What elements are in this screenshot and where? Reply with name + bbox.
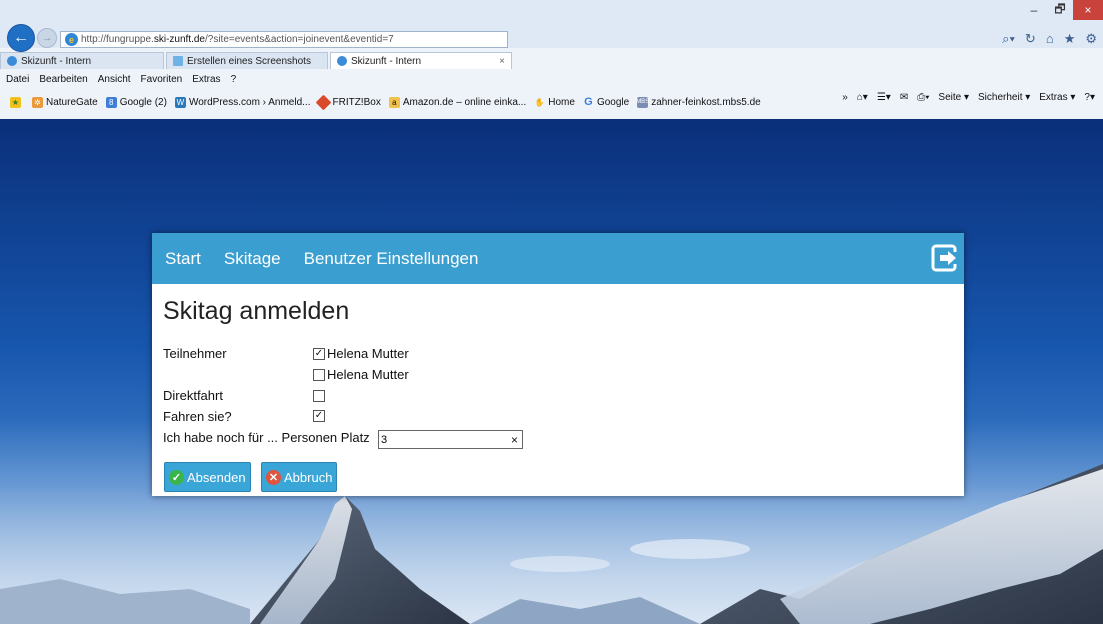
participant-option-1[interactable]: ✓ Helena Mutter <box>313 346 409 361</box>
logout-icon[interactable] <box>930 243 960 273</box>
app-navbar: Start Skitage Benutzer Einstellungen <box>152 233 964 284</box>
menu-datei[interactable]: Datei <box>6 74 29 85</box>
ie-icon <box>7 56 17 66</box>
fritzbox-icon <box>316 94 332 110</box>
participants-label: Teilnehmer <box>163 346 227 361</box>
tab-skizunft-1[interactable]: Skizunft - Intern <box>0 52 164 69</box>
app-panel: Start Skitage Benutzer Einstellungen Ski… <box>152 233 964 496</box>
address-controls: ⌕▾ ↻ ⌂ ★ ⚙ <box>1002 31 1097 47</box>
tab-screenshots[interactable]: Erstellen eines Screenshots <box>166 52 328 69</box>
favorite-google-2[interactable]: 8 Google (2) <box>105 96 167 108</box>
tab-label: Skizunft - Intern <box>21 55 92 67</box>
menu-bearbeiten[interactable]: Bearbeiten <box>39 74 87 85</box>
cancel-x-icon: ✕ <box>266 469 281 485</box>
url-text: http://fungruppe.ski-zunft.de/?site=even… <box>81 34 394 45</box>
windows-icon <box>173 56 183 66</box>
app-body: Skitag anmelden <box>152 297 964 335</box>
cancel-label: Abbruch <box>284 469 333 485</box>
address-row: ← → e http://fungruppe.ski-zunft.de/?sit… <box>0 0 1103 52</box>
browser-chrome: ← → e http://fungruppe.ski-zunft.de/?sit… <box>0 0 1103 119</box>
checkbox-direktfahrt[interactable] <box>313 390 325 402</box>
page-title: Skitag anmelden <box>163 297 350 325</box>
menu-bar: Datei Bearbeiten Ansicht Favoriten Extra… <box>0 71 236 87</box>
restore-button[interactable]: 🗗 <box>1047 0 1073 20</box>
checkbox-participant-1[interactable]: ✓ <box>313 347 325 360</box>
favorite-amazon[interactable]: a Amazon.de – online einka... <box>388 96 526 108</box>
submit-label: Absenden <box>187 469 246 485</box>
favorites-star-icon[interactable]: ★ <box>1064 31 1076 47</box>
nav-start[interactable]: Start <box>165 249 201 269</box>
cancel-button[interactable]: ✕ Abbruch <box>261 462 338 492</box>
favorite-fritzbox[interactable]: FRITZ!Box <box>316 94 381 110</box>
tab-label: Skizunft - Intern <box>351 55 422 67</box>
home-cmd-icon[interactable]: ⌂▾ <box>857 92 868 103</box>
favorite-wordpress[interactable]: W WordPress.com › Anmeld... <box>174 96 310 108</box>
back-button[interactable]: ← <box>7 24 35 52</box>
participant-name: Helena Mutter <box>327 346 409 361</box>
window-controls: – 🗗 × <box>1021 0 1103 20</box>
clear-input-icon[interactable]: × <box>511 433 518 447</box>
mail-icon[interactable]: ✉ <box>900 92 908 103</box>
menu-help[interactable]: ? <box>231 74 237 85</box>
tab-strip: Skizunft - Intern Erstellen eines Screen… <box>0 52 514 69</box>
more-favorites-icon[interactable]: » <box>842 92 848 103</box>
wordpress-icon: W <box>174 96 186 108</box>
add-favorite-icon[interactable]: ★ <box>10 96 24 108</box>
checkbox-participant-2[interactable] <box>313 368 325 381</box>
participant-name: Helena Mutter <box>327 367 409 382</box>
google-icon: 8 <box>105 96 117 108</box>
persons-input[interactable] <box>379 433 503 446</box>
tab-skizunft-active[interactable]: Skizunft - Intern × <box>330 52 512 69</box>
submit-button[interactable]: ✓ Absenden <box>164 462 251 492</box>
gear-icon[interactable]: ⚙ <box>1085 31 1097 47</box>
check-icon: ✓ <box>169 469 184 485</box>
ie-icon <box>337 56 347 66</box>
favorite-zahner[interactable]: MBS zahner-feinkost.mbs5.de <box>636 96 761 108</box>
home-icon[interactable]: ⌂ <box>1046 31 1054 47</box>
help-icon[interactable]: ?▾ <box>1084 92 1095 103</box>
google-g-icon: G <box>584 96 593 108</box>
menu-favoriten[interactable]: Favoriten <box>141 74 183 85</box>
ie-icon: e <box>65 33 78 46</box>
extras-menu[interactable]: Extras ▾ <box>1039 92 1075 103</box>
direktfahrt-label: Direktfahrt <box>163 388 223 403</box>
address-bar[interactable]: e http://fungruppe.ski-zunft.de/?site=ev… <box>60 31 508 48</box>
close-window-button[interactable]: × <box>1073 0 1103 20</box>
direktfahrt-checkbox-wrap[interactable] <box>313 390 327 402</box>
feeds-icon[interactable]: ☰▾ <box>877 92 891 103</box>
tab-close-icon[interactable]: × <box>499 56 505 67</box>
refresh-icon[interactable]: ↻ <box>1025 31 1036 47</box>
persons-label: Ich habe noch für ... Personen Platz <box>163 430 370 445</box>
favorite-naturegate[interactable]: ✲ NatureGate <box>32 96 98 108</box>
favorite-google[interactable]: G Google <box>583 96 629 108</box>
home-hand-icon: ✋ <box>534 97 545 107</box>
persons-field[interactable]: × <box>378 430 523 449</box>
forward-button[interactable]: → <box>37 28 57 48</box>
naturegate-icon: ✲ <box>32 96 43 108</box>
participant-option-2[interactable]: Helena Mutter <box>313 367 409 382</box>
amazon-icon: a <box>388 96 400 108</box>
security-menu[interactable]: Sicherheit ▾ <box>978 92 1030 103</box>
page-menu[interactable]: Seite ▾ <box>938 92 969 103</box>
favorite-home[interactable]: ✋ Home <box>534 97 575 108</box>
nav-benutzer-einstellungen[interactable]: Benutzer Einstellungen <box>304 249 479 269</box>
nav-skitage[interactable]: Skitage <box>224 249 281 269</box>
menu-ansicht[interactable]: Ansicht <box>98 74 131 85</box>
tab-label: Erstellen eines Screenshots <box>187 55 311 67</box>
command-bar: » ⌂▾ ☰▾ ✉ ⎙▾ Seite ▾ Sicherheit ▾ Extras… <box>842 92 1095 103</box>
search-icon[interactable]: ⌕▾ <box>1002 31 1015 47</box>
mbs-icon: MBS <box>636 96 649 108</box>
menu-extras[interactable]: Extras <box>192 74 220 85</box>
minimize-button[interactable]: – <box>1021 0 1047 20</box>
fahren-label: Fahren sie? <box>163 409 232 424</box>
print-icon[interactable]: ⎙▾ <box>917 92 929 103</box>
checkbox-fahren[interactable]: ✓ <box>313 410 325 422</box>
fahren-checkbox-wrap[interactable]: ✓ <box>313 410 327 422</box>
